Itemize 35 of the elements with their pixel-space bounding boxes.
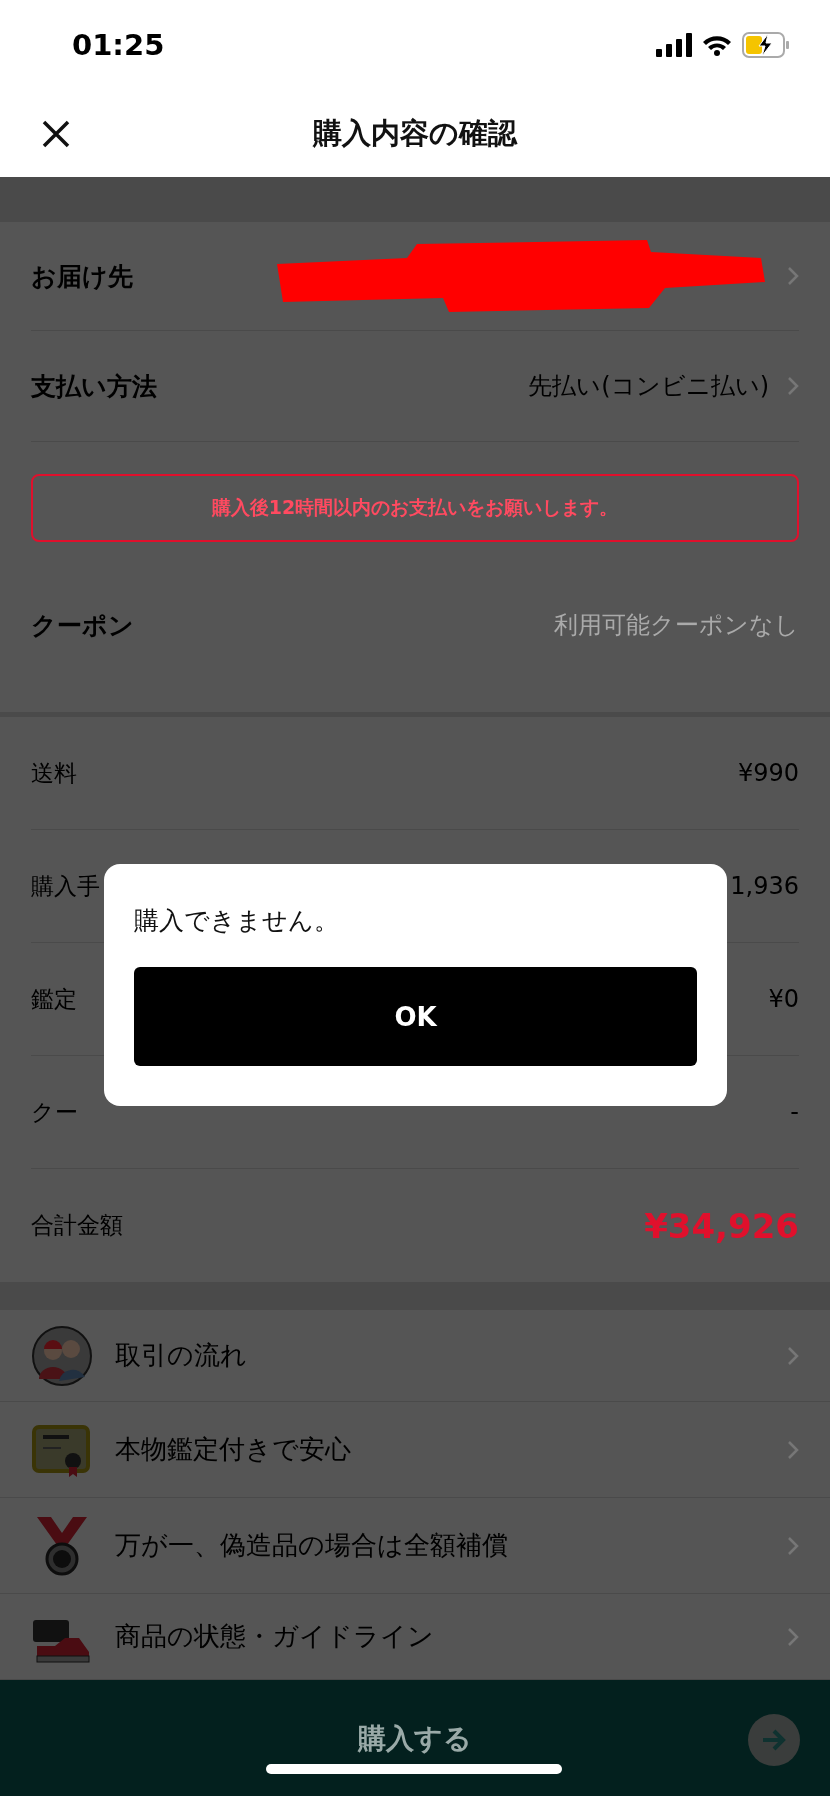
chevron-icon (787, 1626, 799, 1647)
chevron-icon (787, 1345, 799, 1366)
people-icon (31, 1324, 93, 1387)
dialog-message: 購入できません。 (134, 905, 340, 937)
fee-amount: 1,936 (730, 872, 799, 900)
notice-banner: 購入後12時間以内のお支払いをお願いします。 (31, 474, 799, 542)
info-item-label: 取引の流れ (115, 1339, 248, 1372)
chevron-icon (787, 1535, 799, 1556)
signal-icon (656, 33, 692, 57)
row-value: 先払い(コンビニ払い) (528, 371, 769, 402)
total-amount: ¥34,926 (644, 1205, 799, 1246)
info-item-label: 万が一、偽造品の場合は全額補償 (115, 1529, 509, 1562)
chevron-icon (787, 1439, 799, 1460)
fee-label: 合計金額 (31, 1211, 123, 1240)
wifi-icon (702, 34, 732, 56)
row-label: 支払い方法 (31, 370, 157, 403)
fee-amount: ¥990 (737, 759, 799, 787)
coupon-value: 利用可能クーポンなし (554, 610, 799, 641)
page-title: 購入内容の確認 (313, 114, 517, 152)
arrow-right-icon (761, 1729, 787, 1751)
purchase-button[interactable]: 購入する (352, 1714, 478, 1764)
fee-label: クー (31, 1097, 78, 1127)
status-time: 01:25 (72, 28, 165, 62)
fee-amount: - (790, 1098, 799, 1126)
row-label: お届け先 (31, 260, 133, 293)
coupon-label: クーポン (31, 609, 134, 642)
info-item-label: 商品の状態・ガイドライン (115, 1620, 435, 1653)
fee-label: 購入手 (31, 871, 100, 901)
ok-button[interactable]: OK (134, 967, 697, 1066)
info-item-label: 本物鑑定付きで安心 (115, 1433, 352, 1466)
fee-amount: ¥0 (768, 985, 799, 1013)
fee-label: 送料 (31, 758, 77, 788)
fee-label: 鑑定 (31, 984, 77, 1014)
chevron-icon (787, 266, 799, 286)
chevron-icon (787, 376, 799, 396)
